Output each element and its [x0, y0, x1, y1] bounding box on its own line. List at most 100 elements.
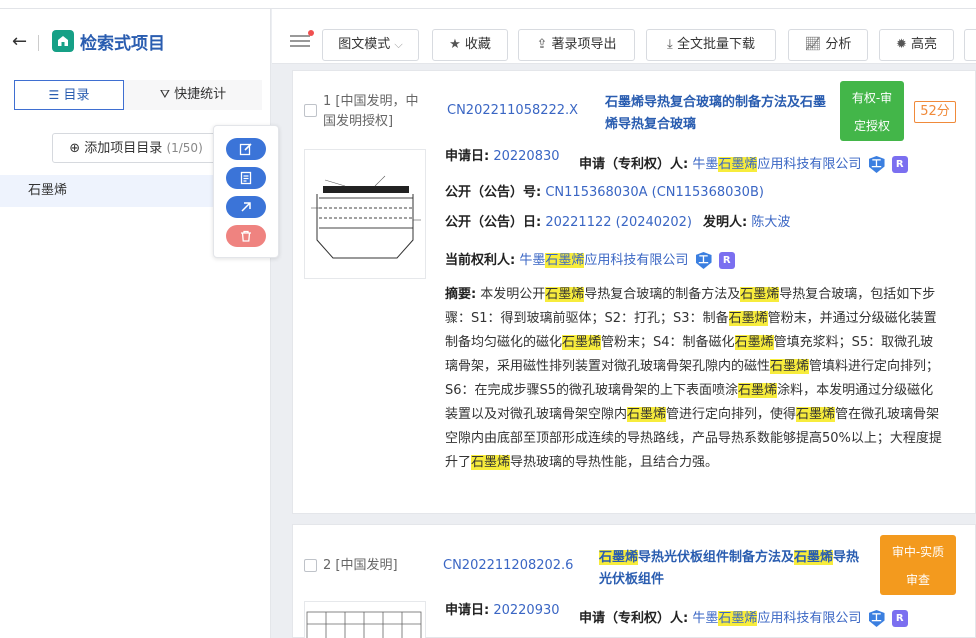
sidebar-item-graphene[interactable]: 石墨烯: [0, 175, 214, 207]
export-label: 著录项导出: [552, 37, 617, 52]
title-part: 石墨烯: [605, 95, 644, 110]
applicant-link[interactable]: 牛墨石墨烯应用科技有限公司: [692, 157, 861, 172]
title-part: 导热光伏板组件制备方法及: [638, 550, 794, 565]
result-title[interactable]: 石墨烯导热复合玻璃的制备方法及石墨烯导热复合玻璃: [605, 92, 827, 136]
publication-date-granted[interactable]: (20240202): [616, 215, 692, 230]
more-button[interactable]: [964, 29, 976, 61]
open-button[interactable]: [226, 196, 266, 218]
result-checkbox[interactable]: [304, 559, 317, 572]
chevron-down-icon: ⌵: [394, 38, 402, 51]
abstract-text: 导热复合玻璃的制备方法及: [584, 287, 740, 302]
delete-button[interactable]: [226, 225, 266, 247]
result-type-label: [中国发明，中国发明授权]: [323, 94, 419, 129]
owner-row: 当前权利人: 牛墨石墨烯应用科技有限公司 工 R: [445, 251, 735, 271]
abstract-text: 管粉末；S4：制备磁化: [601, 335, 735, 350]
publication-date-row: 公开（公告）日: 20221122 (20240202): [445, 213, 692, 233]
keyword-highlight: 石墨烯: [770, 359, 809, 374]
keyword-highlight: 石墨烯: [729, 311, 768, 326]
trash-icon: [239, 229, 253, 243]
keyword-highlight: 石墨烯: [738, 383, 777, 398]
abstract-text: 导热玻璃的导热性能，且结合力强。: [510, 455, 718, 470]
keyword-highlight: 石墨烯: [471, 455, 510, 470]
view-mode-select[interactable]: 图文模式 ⌵: [322, 29, 419, 61]
text-part: 牛墨: [692, 611, 718, 626]
keyword-highlight: 石墨烯: [735, 335, 774, 350]
applicant-label: 申请（专利权）人:: [579, 157, 688, 172]
publication-date[interactable]: 20221122: [545, 215, 611, 230]
title-part: 导热复合玻璃的制备方法及: [644, 95, 800, 110]
pub-number-link[interactable]: CN202211058222.X: [447, 101, 578, 121]
publication-number-label: 公开（公告）号:: [445, 185, 541, 200]
keyword-highlight: 石墨烯: [796, 407, 835, 422]
plus-circle-icon: ⊕: [69, 141, 80, 156]
apply-date-value[interactable]: 20220830: [493, 149, 559, 164]
r-badge-icon: R: [892, 156, 908, 173]
sun-icon: ✹: [896, 37, 907, 52]
patent-drawing-thumbnail[interactable]: [304, 601, 426, 638]
inventor-link[interactable]: 陈大波: [751, 215, 790, 230]
keyword-highlight: 石墨烯: [562, 335, 601, 350]
apply-date-row: 申请日: 20220830: [445, 147, 560, 167]
download-icon: ⤓: [667, 37, 673, 52]
upload-icon: ⇪: [536, 37, 547, 52]
status-badge: 审中-实质 审查: [880, 535, 956, 595]
publication-number-row: 公开（公告）号: CN115368030A (CN115368030B): [445, 183, 764, 203]
status-line: 定授权: [840, 112, 904, 140]
shield-badge-icon: 工: [869, 610, 885, 627]
export-button[interactable]: ⇪ 著录项导出: [518, 29, 635, 61]
publication-number[interactable]: CN115368030A: [545, 185, 647, 200]
applicant-row: 申请（专利权）人: 牛墨石墨烯应用科技有限公司 工 R: [579, 609, 908, 629]
applicant-link[interactable]: 牛墨石墨烯应用科技有限公司: [692, 611, 861, 626]
r-badge-icon: R: [892, 610, 908, 627]
catalog-actions-popup: [213, 125, 279, 258]
catalog-count: (1/50): [166, 141, 202, 155]
highlight-button[interactable]: ✹ 高亮: [879, 29, 954, 61]
shield-badge-icon: 工: [696, 252, 712, 269]
keyword-highlight: 石墨烯: [794, 550, 833, 565]
keyword-highlight: 石墨烯: [545, 253, 584, 268]
patent-drawing-thumbnail[interactable]: [304, 149, 426, 279]
analyze-button[interactable]: 📈︎ 分析: [788, 29, 868, 61]
abstract: 摘要:本发明公开石墨烯导热复合玻璃的制备方法及石墨烯导热复合玻璃，包括如下步骤：…: [445, 283, 945, 475]
tab-catalog[interactable]: ☰ 目录: [14, 80, 124, 110]
tab-quick-stats[interactable]: ⛛ 快捷统计: [124, 80, 262, 110]
top-strip: [0, 0, 976, 9]
view-mode-label: 图文模式: [338, 37, 390, 52]
keyword-highlight: 石墨烯: [718, 611, 757, 626]
edit-button[interactable]: [226, 138, 266, 160]
menu-icon[interactable]: [290, 35, 310, 51]
text-part: 应用科技有限公司: [757, 611, 861, 626]
page-title: 检索式项目: [80, 29, 165, 54]
project-logo-icon: [52, 30, 74, 52]
back-icon[interactable]: ←: [12, 31, 27, 52]
status-line: 审中-实质: [880, 538, 956, 566]
result-checkbox[interactable]: [304, 104, 317, 117]
sidebar-tabs: ☰ 目录 ⛛ 快捷统计: [14, 80, 262, 110]
apply-date-value[interactable]: 20220930: [493, 603, 559, 618]
divider: [38, 35, 39, 51]
pub-number-link[interactable]: CN202211208202.6: [443, 556, 573, 576]
document-icon: [239, 171, 253, 185]
favorite-button[interactable]: ★ 收藏: [432, 29, 508, 61]
text-part: 牛墨: [692, 157, 718, 172]
keyword-highlight: 石墨烯: [627, 407, 666, 422]
copy-button[interactable]: [226, 167, 266, 189]
abstract-label: 摘要:: [445, 287, 476, 302]
publication-number-granted[interactable]: (CN115368030B): [652, 185, 764, 200]
result-title[interactable]: 石墨烯导热光伏板组件制备方法及石墨烯导热光伏板组件: [599, 547, 861, 591]
owner-link[interactable]: 牛墨石墨烯应用科技有限公司: [519, 253, 688, 268]
favorite-label: 收藏: [465, 37, 491, 52]
add-catalog-button[interactable]: ⊕ 添加项目目录 (1/50): [52, 133, 220, 163]
shield-badge-icon: 工: [869, 156, 885, 173]
apply-date-row: 申请日: 20220930: [445, 601, 560, 621]
notification-dot: [308, 30, 314, 36]
sidebar-item-label: 石墨烯: [28, 183, 67, 198]
highlight-label: 高亮: [911, 37, 937, 52]
r-badge-icon: R: [719, 252, 735, 269]
status-line: 审查: [880, 566, 956, 594]
download-button[interactable]: ⤓ 全文批量下载: [646, 29, 776, 61]
text-part: 应用科技有限公司: [584, 253, 688, 268]
keyword-highlight: 石墨烯: [545, 287, 584, 302]
result-type-label: [中国发明]: [335, 558, 397, 573]
add-catalog-label: 添加项目目录: [84, 141, 162, 156]
